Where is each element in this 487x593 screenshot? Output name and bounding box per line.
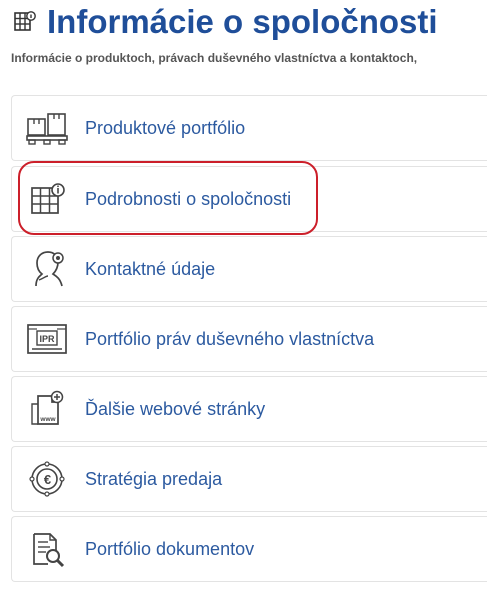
menu-item-label: Ďalšie webové stránky: [85, 399, 266, 419]
menu-item-other-websites[interactable]: www Ďalšie webové stránky: [11, 376, 487, 442]
svg-text:€: €: [44, 472, 51, 487]
menu-item-label: Produktové portfólio: [85, 118, 246, 138]
person-location-icon: [26, 250, 68, 288]
building-info-icon: [26, 180, 68, 218]
menu-item-label: Stratégia predaja: [85, 469, 223, 489]
menu-item-contact-details[interactable]: Kontaktné údaje: [11, 236, 487, 302]
pallet-boxes-icon: [26, 109, 68, 147]
svg-text:IPR: IPR: [39, 334, 55, 344]
page-subtitle: Informácie o produktoch, právach duševné…: [11, 51, 418, 65]
page: Informácie o spoločnosti Informácie o pr…: [0, 0, 487, 593]
menu-item-label: Portfólio práv duševného vlastníctva: [85, 329, 375, 349]
document-search-icon: [26, 530, 68, 568]
menu-item-ipr-portfolio[interactable]: IPR Portfólio práv duševného vlastníctva: [11, 306, 487, 372]
company-grid-icon: [14, 10, 36, 32]
euro-coin-icon: €: [26, 460, 68, 498]
svg-text:www: www: [39, 416, 56, 423]
page-header: Informácie o spoločnosti: [0, 0, 487, 44]
www-page-add-icon: www: [26, 390, 68, 428]
page-title: Informácie o spoločnosti: [47, 3, 438, 40]
menu-item-label: Podrobnosti o spoločnosti: [85, 189, 292, 209]
menu-item-sales-strategy[interactable]: € Stratégia predaja: [11, 446, 487, 512]
menu-item-label: Portfólio dokumentov: [85, 539, 255, 559]
menu-item-product-portfolio[interactable]: Produktové portfólio: [11, 95, 487, 161]
menu-item-document-portfolio[interactable]: Portfólio dokumentov: [11, 516, 487, 582]
ipr-document-icon: IPR: [26, 320, 68, 358]
menu-item-company-details[interactable]: Podrobnosti o spoločnosti: [11, 166, 487, 232]
menu-item-label: Kontaktné údaje: [85, 259, 216, 279]
